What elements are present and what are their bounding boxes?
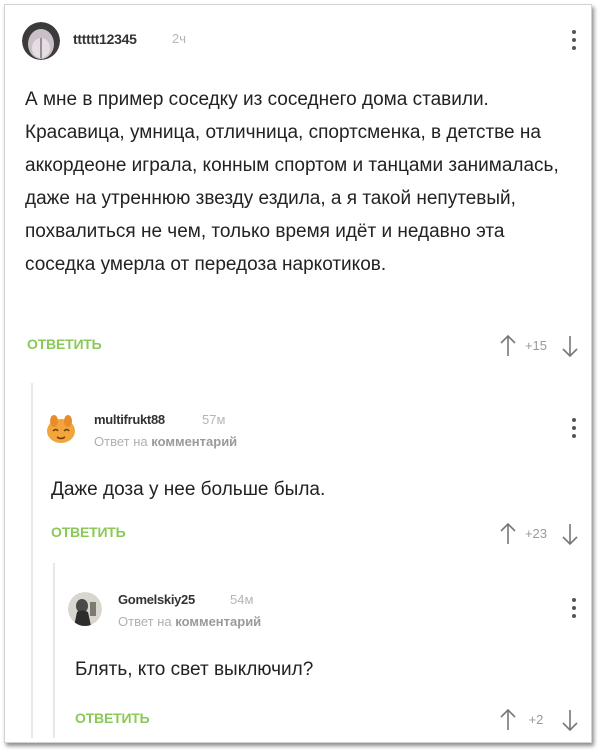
- vote-score: +2: [528, 712, 544, 727]
- comment-time: 54м: [230, 592, 254, 607]
- username[interactable]: multifrukt88: [94, 412, 165, 427]
- thread-line: [53, 563, 55, 738]
- comment-text: А мне в пример соседку из соседнего дома…: [25, 89, 559, 275]
- vote-score: +15: [524, 338, 548, 353]
- arrow-up-icon[interactable]: [498, 708, 518, 732]
- reply-button[interactable]: ОТВЕТИТЬ: [27, 336, 102, 352]
- avatar[interactable]: [22, 22, 60, 60]
- comment-text: Даже доза у нее больше была.: [51, 479, 326, 500]
- comment-text: Блять, кто свет выключил?: [75, 659, 314, 680]
- comment-actions: ОТВЕТИТЬ +2: [75, 708, 592, 732]
- comment: tttttt12345 2ч А мне в пример соседку из…: [22, 20, 592, 358]
- comment: multifrukt88 57м Ответ на комментарий Да…: [44, 408, 592, 546]
- comment-time: 2ч: [172, 31, 187, 46]
- reply-to-label: Ответ на комментарий: [94, 434, 238, 449]
- avatar[interactable]: [68, 592, 102, 626]
- arrow-down-icon[interactable]: [560, 708, 580, 732]
- comment-header: tttttt12345 2ч: [22, 20, 592, 60]
- comment-time: 57м: [202, 412, 226, 427]
- reply-to-label: Ответ на комментарий: [118, 614, 262, 629]
- arrow-down-icon[interactable]: [560, 334, 580, 358]
- reply-button[interactable]: ОТВЕТИТЬ: [51, 524, 126, 540]
- thread-line: [31, 383, 33, 738]
- username[interactable]: Gomelskiy25: [118, 592, 195, 607]
- comment-header: multifrukt88 57м Ответ на комментарий: [44, 408, 592, 449]
- comment-header: Gomelskiy25 54м Ответ на комментарий: [68, 588, 592, 629]
- avatar[interactable]: [44, 412, 78, 446]
- arrow-up-icon[interactable]: [498, 522, 518, 546]
- username[interactable]: tttttt12345: [73, 31, 137, 47]
- reply-to-link[interactable]: комментарий: [151, 434, 237, 449]
- arrow-up-icon[interactable]: [498, 334, 518, 358]
- reply-to-link[interactable]: комментарий: [175, 614, 261, 629]
- comment: Gomelskiy25 54м Ответ на комментарий Бля…: [68, 588, 592, 732]
- more-vertical-icon[interactable]: [572, 598, 576, 622]
- vote-score: +23: [524, 526, 548, 541]
- arrow-down-icon[interactable]: [560, 522, 580, 546]
- more-vertical-icon[interactable]: [572, 418, 576, 442]
- comment-actions: ОТВЕТИТЬ +23: [51, 522, 592, 546]
- comment-actions: ОТВЕТИТЬ +15: [27, 334, 592, 358]
- more-vertical-icon[interactable]: [572, 30, 576, 54]
- reply-button[interactable]: ОТВЕТИТЬ: [75, 710, 150, 726]
